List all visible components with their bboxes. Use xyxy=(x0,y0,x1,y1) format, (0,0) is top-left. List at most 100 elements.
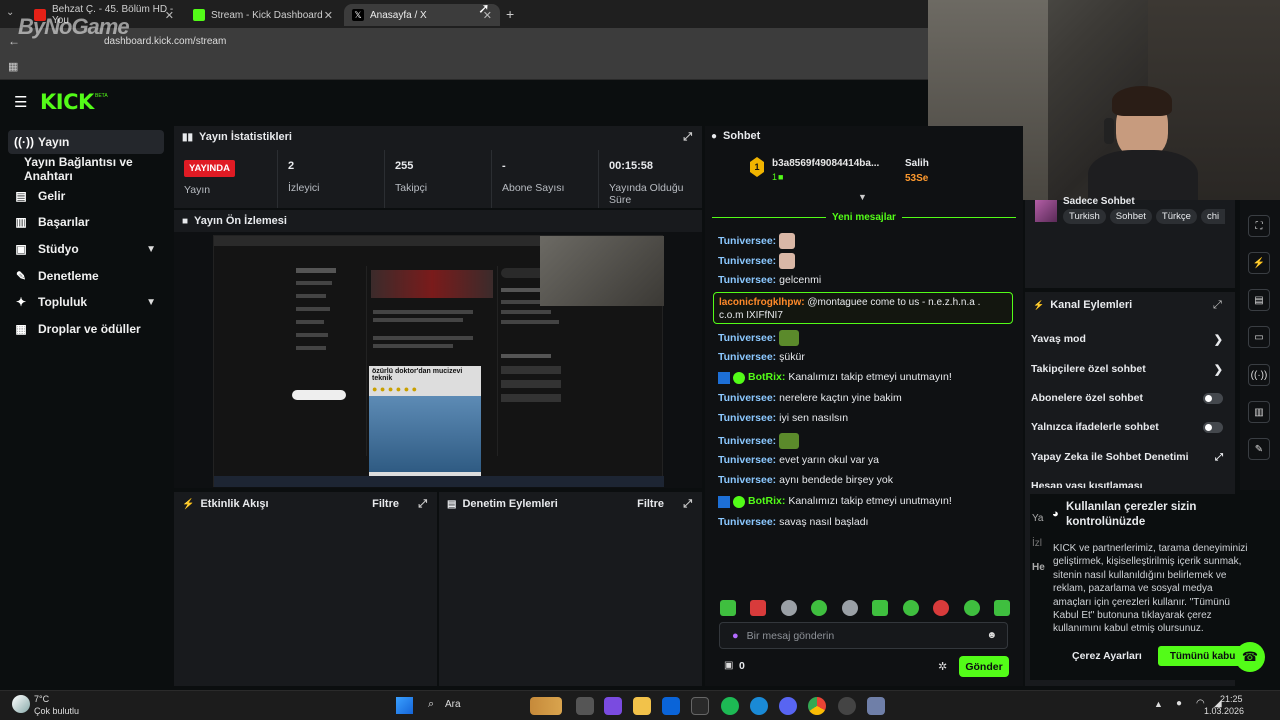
chat-username[interactable]: Tuniversee: xyxy=(718,274,776,287)
microphone-icon[interactable]: ● xyxy=(732,630,739,642)
widget-icon[interactable] xyxy=(530,697,562,715)
chat-username[interactable]: Tuniversee: xyxy=(718,332,776,345)
tab-x-home[interactable]: 𝕏 Anasayfa / X ✕ xyxy=(344,4,500,26)
tag-chip[interactable]: Sohbet xyxy=(1109,209,1152,224)
clock-date[interactable]: 1.03.2026 xyxy=(1204,706,1244,716)
action-account-age[interactable]: Hesap yaşı kısıtlaması xyxy=(1031,480,1229,488)
new-tab-button[interactable]: + xyxy=(506,6,514,22)
sidebar-item-drops[interactable]: ▦ Droplar ve ödüller xyxy=(8,317,164,341)
emote-icon[interactable] xyxy=(993,600,1010,616)
broadcast-icon[interactable]: ((·)) xyxy=(1248,364,1270,386)
tag-chip[interactable]: chi xyxy=(1200,209,1226,224)
copilot-icon[interactable] xyxy=(604,697,622,715)
action-emotes-only[interactable]: Yalnızca ifadelerle sohbet xyxy=(1031,421,1229,433)
outlook-icon[interactable] xyxy=(662,697,680,715)
chat-username[interactable]: Tuniversee: xyxy=(718,255,776,268)
spotify-icon[interactable] xyxy=(721,697,739,715)
tray-chevron-icon[interactable]: ▲ xyxy=(1154,699,1163,709)
document-icon[interactable]: ▤ xyxy=(1248,289,1270,311)
file-explorer-icon[interactable] xyxy=(633,697,651,715)
sidebar-item-revenue[interactable]: ▤ Gelir xyxy=(8,184,164,208)
tag-chip[interactable]: Türkçe xyxy=(1155,209,1197,224)
filter-button[interactable]: Filtre xyxy=(637,498,664,510)
chat-username[interactable]: Tuniversee: xyxy=(718,412,776,425)
support-headset-icon[interactable]: ☎ xyxy=(1235,642,1265,672)
sidebar-item-community[interactable]: ✦ Topluluk ▼ xyxy=(8,290,164,314)
action-followers-only[interactable]: Takipçilere özel sohbet ❯ xyxy=(1031,363,1229,376)
chat-username[interactable]: laconicfrogklhpw: xyxy=(719,297,805,308)
apps-grid-icon[interactable]: ▦ xyxy=(8,60,18,73)
emote-icon[interactable] xyxy=(811,600,828,616)
emote-icon[interactable] xyxy=(720,600,736,616)
discord-icon[interactable] xyxy=(779,697,797,715)
preview-video[interactable]: özürlü doktor'dan mucizevi teknik ● ● ● … xyxy=(213,235,664,487)
clock-time[interactable]: 21:25 xyxy=(1220,694,1243,704)
menu-hamburger-icon[interactable]: ☰ xyxy=(14,93,27,111)
chat-username[interactable]: Tuniversee: xyxy=(718,235,776,248)
kick-logo[interactable]: KICK xyxy=(40,90,94,114)
tab-kick-dashboard[interactable]: Stream - Kick Dashboard ✕ xyxy=(185,4,341,26)
search-icon[interactable]: ⌕ xyxy=(428,698,434,711)
chat-settings-gear-icon[interactable]: ✲ xyxy=(938,660,947,673)
windows-start-icon[interactable] xyxy=(396,697,413,714)
chat-icon[interactable]: ▭ xyxy=(1248,326,1270,348)
emote-icon[interactable] xyxy=(902,600,919,616)
emote-icon[interactable] xyxy=(841,600,858,616)
chat-input[interactable]: ● Bir mesaj gönderin ☻ xyxy=(719,622,1008,649)
edge-icon[interactable] xyxy=(750,697,768,715)
popout-icon[interactable]: ⤢ xyxy=(418,498,427,511)
popout-icon[interactable]: ⤢ xyxy=(683,498,692,511)
settings-gear-icon[interactable] xyxy=(867,697,885,715)
store-icon[interactable] xyxy=(691,697,709,715)
emoji-picker-icon[interactable]: ☻ xyxy=(986,630,997,641)
sidebar-item-stream-key[interactable]: Yayın Bağlantısı ve Anahtarı xyxy=(8,155,172,183)
collapse-chevron-icon[interactable]: ▼ xyxy=(858,192,867,202)
chat-username[interactable]: Tuniversee: xyxy=(718,474,776,487)
emote-icon[interactable] xyxy=(750,600,767,616)
emote-icon[interactable] xyxy=(872,600,889,616)
sidebar-item-stream[interactable]: ((·)) Yayın xyxy=(8,130,164,154)
taskbar-search[interactable]: Ara xyxy=(445,699,461,710)
action-subscribers-only[interactable]: Abonelere özel sohbet xyxy=(1031,392,1229,404)
chrome-icon[interactable] xyxy=(808,697,826,715)
task-view-icon[interactable] xyxy=(576,697,594,715)
lightning-icon[interactable]: ⚡ xyxy=(1248,252,1270,274)
chat-username[interactable]: Tuniversee: xyxy=(718,454,776,467)
wrench-icon[interactable]: ✎ xyxy=(1248,438,1270,460)
sidebar-item-achievements[interactable]: ▥ Başarılar xyxy=(8,210,164,234)
cookie-settings-button[interactable]: Çerez Ayarları xyxy=(1072,650,1142,662)
microphone-icon[interactable]: ● xyxy=(1176,698,1182,709)
tab-close-icon[interactable]: ✕ xyxy=(165,9,174,22)
leaderboard-user[interactable]: b3a8569f49084414ba... xyxy=(772,158,879,169)
points-icon[interactable]: ▣ xyxy=(724,660,733,671)
chevron-right-icon: ❯ xyxy=(1213,363,1223,376)
subscribers-only-toggle[interactable] xyxy=(1203,393,1223,404)
popout-icon[interactable]: ⤢ xyxy=(683,131,692,144)
leaderboard-user-2[interactable]: Salih xyxy=(905,158,929,169)
chat-username[interactable]: BotRix: xyxy=(748,495,785,508)
emote-icon[interactable] xyxy=(933,600,950,616)
tab-list-chevron-icon[interactable]: ⌄ xyxy=(6,7,14,18)
stats-icon: ▮▮ xyxy=(182,131,194,143)
action-slow-mode[interactable]: Yavaş mod ❯ xyxy=(1031,333,1229,346)
expand-icon[interactable]: ⛶ xyxy=(1248,215,1270,237)
chat-username[interactable]: Tuniversee: xyxy=(718,516,776,529)
tab-close-icon[interactable]: ✕ xyxy=(324,9,333,22)
chat-username[interactable]: Tuniversee: xyxy=(718,392,776,405)
watermark-logo: ByNoGame xyxy=(18,14,130,39)
chat-username[interactable]: Tuniversee: xyxy=(718,435,776,448)
sidebar-item-moderation[interactable]: ✎ Denetleme xyxy=(8,264,164,288)
emote-icon[interactable] xyxy=(780,600,797,616)
chat-username[interactable]: BotRix: xyxy=(748,371,785,384)
layout-icon[interactable]: ▥ xyxy=(1248,401,1270,423)
action-ai-moderation[interactable]: Yapay Zeka ile Sohbet Denetimi ⤢ xyxy=(1031,451,1229,463)
emotes-only-toggle[interactable] xyxy=(1203,422,1223,433)
chat-username[interactable]: Tuniversee: xyxy=(718,351,776,364)
tag-chip[interactable]: Turkish xyxy=(1063,209,1106,224)
sidebar-item-studio[interactable]: ▣ Stüdyo ▼ xyxy=(8,237,164,261)
filter-button[interactable]: Filtre xyxy=(372,498,399,510)
emote-icon[interactable] xyxy=(963,600,980,616)
obs-icon[interactable] xyxy=(838,697,856,715)
popout-icon[interactable]: ⤢ xyxy=(1213,299,1222,312)
send-button[interactable]: Gönder xyxy=(959,656,1009,677)
